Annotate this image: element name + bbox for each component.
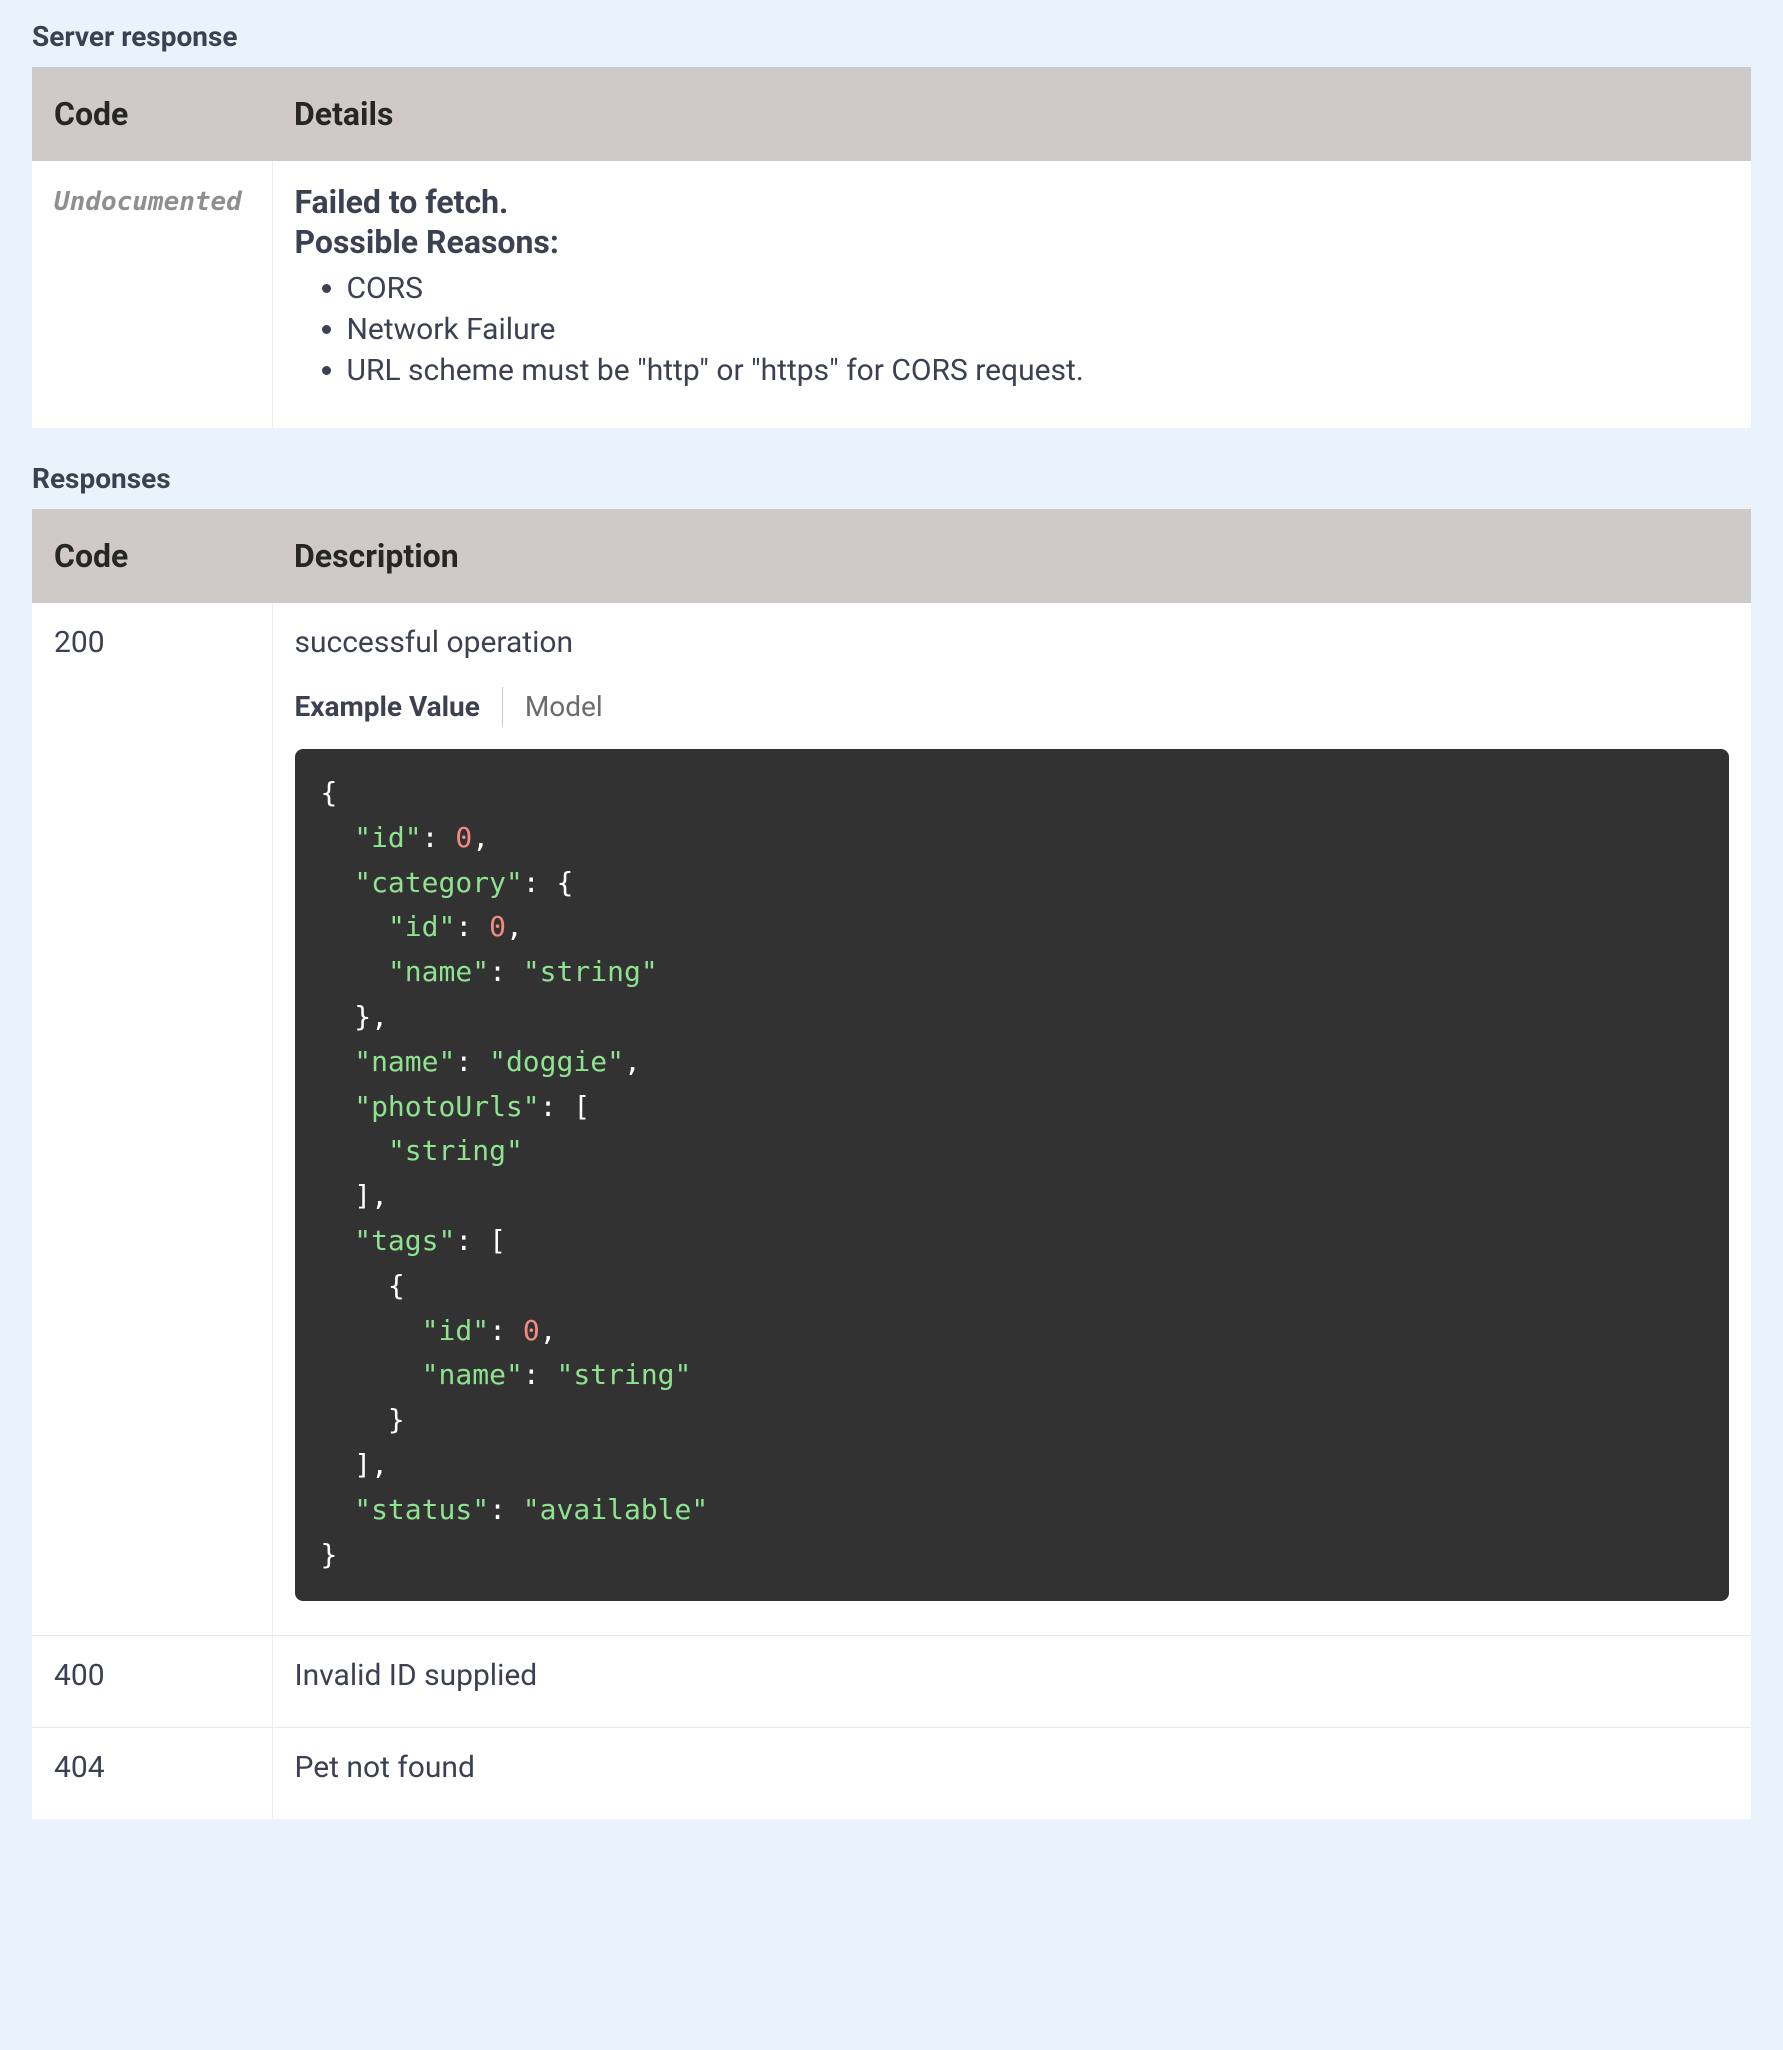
response-code-undocumented: Undocumented [54,187,242,217]
server-response-heading: Server response [32,20,1751,53]
response-description: Invalid ID supplied [295,1658,1730,1693]
response-code: 400 [32,1636,272,1728]
responses-heading: Responses [32,462,1751,495]
response-description: successful operation [295,625,1730,660]
responses-table: Code Description 200successful operation… [32,509,1751,1819]
schema-tabs: Example Value Model [295,686,1730,727]
tab-model[interactable]: Model [525,686,603,727]
col-header-details: Details [272,67,1751,161]
response-description-cell: successful operation Example Value Model { … [272,603,1751,1636]
response-description-cell: Pet not found [272,1728,1751,1820]
response-row: 200 successful operation Example Value Mode… [32,603,1751,1636]
example-json[interactable]: { "id": 0, "category": { "id": 0, "name"… [295,749,1730,1601]
response-description-cell: Invalid ID supplied [272,1636,1751,1728]
server-response-table: Code Details Undocumented Failed to fetc… [32,67,1751,428]
tab-example-value[interactable]: Example Value [295,686,480,727]
col-header-code: Code [32,509,272,603]
response-description: Pet not found [295,1750,1730,1785]
error-reason-item: CORS [347,271,1730,306]
error-title: Failed to fetch. [295,183,1730,221]
tab-separator [502,687,503,727]
error-reason-item: URL scheme must be "http" or "https" for… [347,353,1730,388]
error-reasons-list: CORS Network Failure URL scheme must be "h… [295,271,1730,388]
error-subtitle: Possible Reasons: [295,223,1730,261]
col-header-description: Description [272,509,1751,603]
response-code: 404 [32,1728,272,1820]
response-code: 200 [32,603,272,1636]
response-row: 400 Invalid ID supplied [32,1636,1751,1728]
col-header-code: Code [32,67,272,161]
error-reason-item: Network Failure [347,312,1730,347]
response-row: 404 Pet not found [32,1728,1751,1820]
server-response-row: Undocumented Failed to fetch. Possible R… [32,161,1751,428]
